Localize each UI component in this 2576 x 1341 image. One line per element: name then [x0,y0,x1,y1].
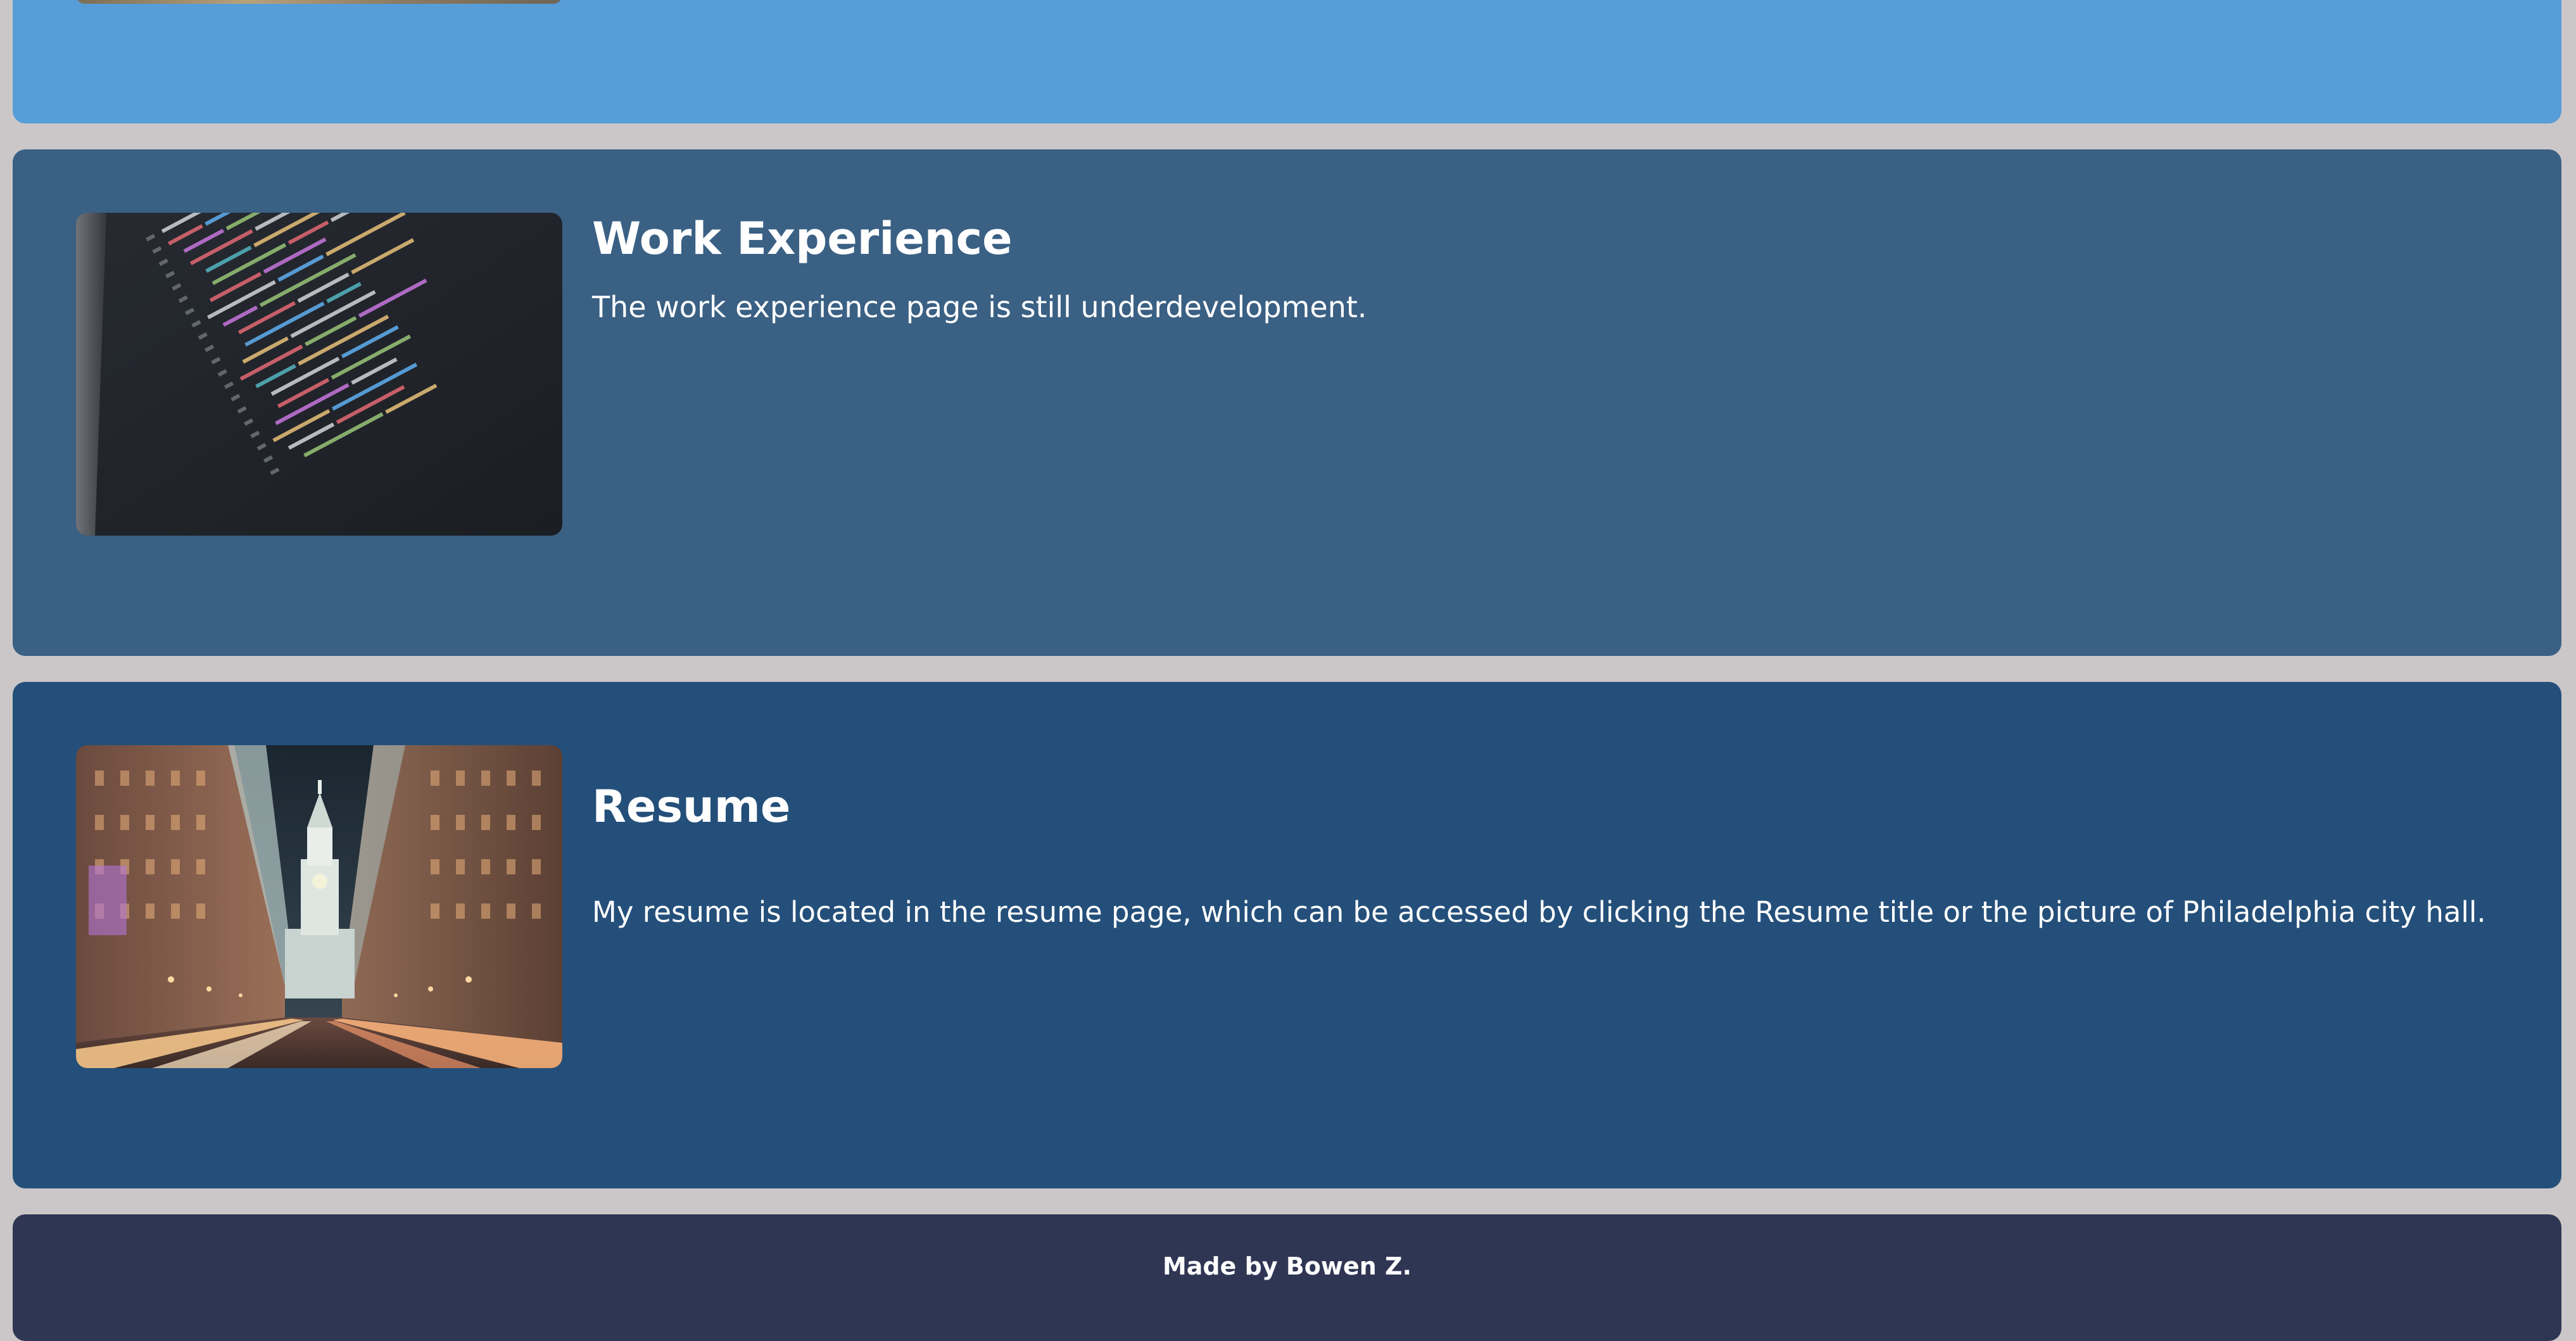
card-image-top[interactable] [76,0,562,4]
resume-description: My resume is located in the resume page,… [592,895,2486,929]
project-card-top [13,0,2561,123]
philadelphia-city-hall-image[interactable] [76,745,562,1068]
code-screenshot-image[interactable] [76,213,562,536]
footer-credit: Made by Bowen Z. [1162,1252,1412,1280]
resume-card: Resume My resume is located in the resum… [13,682,2561,1188]
footer: Made by Bowen Z. [13,1214,2561,1341]
resume-title[interactable]: Resume [592,784,790,829]
work-experience-card: Work Experience The work experience page… [13,149,2561,656]
work-experience-description: The work experience page is still underd… [592,290,1367,324]
work-experience-title[interactable]: Work Experience [592,217,1013,261]
